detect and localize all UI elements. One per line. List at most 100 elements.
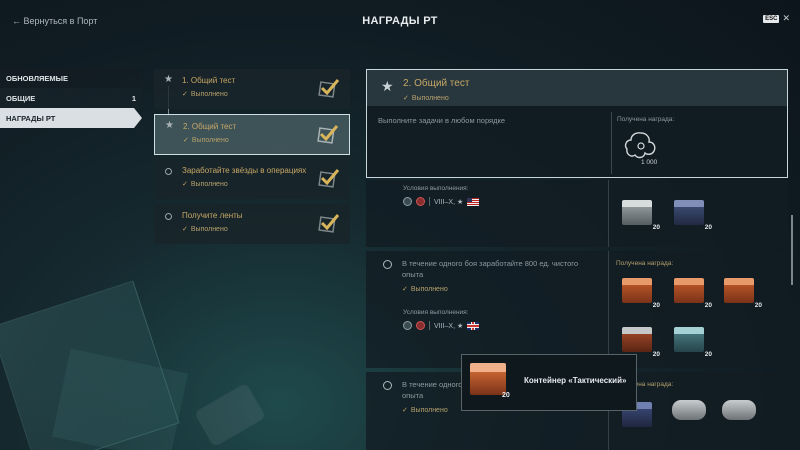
detail-status: ✓ Выполнено [403, 94, 449, 102]
completed-check-icon [318, 79, 340, 98]
ship-class-icon [403, 197, 412, 206]
task-status: ✓ Выполнено [182, 90, 228, 98]
reward-container-red[interactable]: 20 [622, 327, 660, 358]
reward-count: 20 [652, 351, 660, 358]
tier-range: VIII–X, ★ [434, 198, 464, 206]
objective-circle-icon [383, 381, 392, 390]
check-small-icon: ✓ [183, 137, 189, 144]
detail-reward-label: Получена награда: [617, 116, 675, 123]
scrollbar[interactable] [791, 215, 793, 285]
sidebar-item-pt-rewards[interactable]: НАГРАДЫ РТ [0, 108, 142, 128]
reward-container-tactical[interactable]: 20 [622, 278, 660, 309]
reward-container-tactical[interactable]: 20 [674, 278, 712, 309]
sidebar-item-count: 1 [131, 93, 136, 103]
completed-check-icon [317, 125, 339, 144]
ship-class-icon [403, 321, 412, 330]
task-status: ✓ Выполнено [183, 136, 229, 144]
ship-type-icon [416, 321, 425, 330]
decorative-document [51, 348, 189, 450]
objective-card-2: В течение одного боя заработайте 800 ед.… [366, 251, 788, 368]
detail-title: 2. Общий тест [403, 78, 470, 89]
divider [429, 197, 430, 206]
objective-circle-icon [165, 213, 172, 220]
star-icon: ★ [164, 74, 173, 85]
tier-range: VIII–X, ★ [434, 322, 464, 330]
objective-text-line: В течение одного боя заработайте 800 ед.… [402, 259, 578, 268]
close-button[interactable]: ESC ✕ [763, 14, 790, 23]
task-status-text: Выполнено [190, 91, 228, 98]
reward-count: 20 [754, 302, 762, 309]
check-small-icon: ✓ [403, 95, 409, 102]
objective-status: ✓ Выполнено [402, 406, 448, 414]
detail-description: Выполните задачи в любом порядке [378, 116, 506, 125]
star-icon: ★ [165, 120, 174, 131]
objective-circle-icon [165, 168, 172, 175]
condition-row: VIII–X, ★ [403, 197, 480, 206]
detail-divider [611, 112, 612, 174]
task-title: Получите ленты [182, 211, 243, 220]
close-icon[interactable]: ✕ [782, 14, 790, 23]
check-small-icon: ✓ [182, 181, 188, 188]
reward-count: 20 [704, 302, 712, 309]
task-status-text: Выполнено [190, 226, 228, 233]
task-detail-panel: ★ 2. Общий тест ✓ Выполнено Выполните зад… [366, 69, 788, 178]
reward-container-tactical[interactable]: 20 [724, 278, 762, 309]
detail-status-text: Выполнено [411, 95, 449, 102]
uk-flag-icon [467, 321, 480, 330]
sidebar-item-updatable[interactable]: ОБНОВЛЯЕМЫЕ [0, 68, 142, 88]
reward-camouflage-cylinder[interactable] [722, 400, 756, 420]
task-title: 1. Общий тест [182, 76, 236, 85]
detail-reward-count: 1 000 [641, 159, 658, 166]
star-icon: ★ [381, 78, 394, 94]
completed-check-icon [318, 169, 340, 188]
objective-text-line: опыта [402, 270, 424, 279]
task-status-text: Выполнено [190, 181, 228, 188]
completed-check-icon [318, 214, 340, 233]
tactical-container-icon [470, 363, 506, 397]
reward-tooltip: 20 Контейнер «Тактический» [461, 354, 637, 411]
usa-flag-icon [467, 197, 480, 206]
task-status: ✓ Выполнено [182, 180, 228, 188]
reward-signal-flag-icon[interactable] [623, 130, 659, 162]
objective-description: В течение одного боя заработайте 800 ед.… [402, 258, 602, 280]
objective-card-1: Условия выполнения: VIII–X, ★ 20 20 [366, 180, 788, 247]
reward-count: 20 [704, 224, 712, 231]
card-divider [608, 180, 609, 247]
reward-count: 20 [704, 351, 712, 358]
reward-container-silver[interactable]: 20 [622, 200, 660, 231]
objective-status-text: Выполнено [410, 286, 448, 293]
card-divider [608, 251, 609, 368]
objective-status-text: Выполнено [410, 407, 448, 414]
condition-row: VIII–X, ★ [403, 321, 480, 330]
reward-container-navy[interactable]: 20 [674, 200, 712, 231]
task-status-text: Выполнено [191, 137, 229, 144]
task-status: ✓ Выполнено [182, 225, 228, 233]
check-small-icon: ✓ [182, 226, 188, 233]
page-title: НАГРАДЫ РТ [362, 15, 438, 27]
task-title: 2. Общий тест [183, 122, 237, 131]
task-item-general-test-1[interactable]: ★ 1. Общий тест ✓ Выполнено [154, 69, 350, 109]
decorative-tube [194, 382, 266, 448]
ship-type-icon [416, 197, 425, 206]
check-small-icon: ✓ [402, 286, 408, 293]
condition-label: Условия выполнения: [403, 309, 469, 316]
task-item-earn-stars[interactable]: Заработайте звёзды в операциях ✓ Выполнен… [154, 159, 350, 199]
category-sidebar: ОБНОВЛЯЕМЫЕ ОБЩИЕ 1 НАГРАДЫ РТ [0, 68, 142, 128]
condition-label: Условия выполнения: [403, 185, 469, 192]
divider [429, 321, 430, 330]
check-small-icon: ✓ [182, 91, 188, 98]
reward-label: Получена награда: [616, 260, 674, 267]
task-item-general-test-2[interactable]: ★ 2. Общий тест ✓ Выполнено [154, 114, 350, 155]
esc-key-badge[interactable]: ESC [763, 14, 780, 23]
task-item-get-ribbons[interactable]: Получите ленты ✓ Выполнено [154, 204, 350, 244]
objective-circle-icon [383, 260, 392, 269]
top-bar: ← Вернуться в Порт НАГРАДЫ РТ ESC ✕ [0, 0, 800, 44]
tooltip-count: 20 [502, 392, 510, 399]
task-title: Заработайте звёзды в операциях [182, 166, 307, 175]
reward-count: 20 [652, 302, 660, 309]
sidebar-item-label: ОБЩИЕ [6, 93, 36, 103]
reward-container-teal[interactable]: 20 [674, 327, 712, 358]
reward-camouflage-cylinder[interactable] [672, 400, 706, 420]
sidebar-item-general[interactable]: ОБЩИЕ 1 [0, 88, 142, 108]
reward-count: 20 [652, 224, 660, 231]
